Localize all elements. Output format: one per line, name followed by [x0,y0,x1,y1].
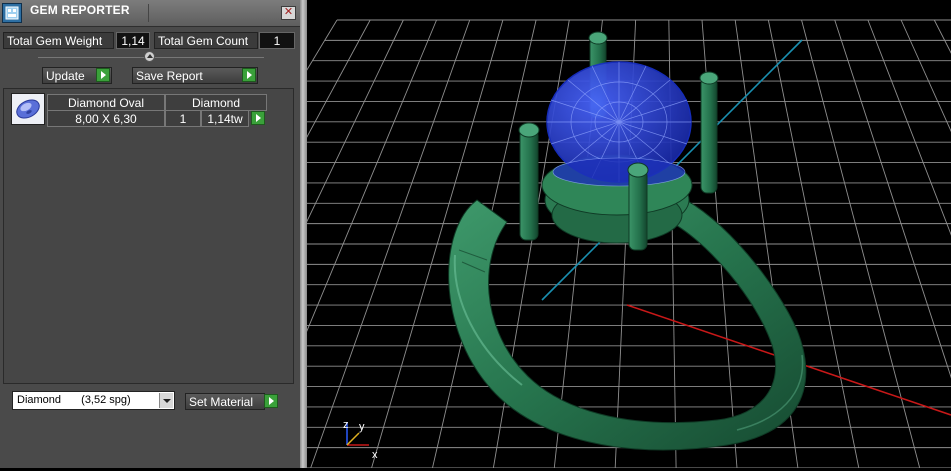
save-report-button-label: Save Report [136,69,203,83]
gem-thumbnail[interactable] [11,93,45,125]
update-button[interactable]: Update [42,67,112,84]
total-gem-count-value: 1 [259,32,295,49]
gem-shape-cell: Diamond Oval [47,94,165,111]
3d-viewport[interactable]: z y x [66,0,951,469]
material-select-density: (3,52 spg) [81,394,131,406]
gem-weight-cell: 1,14tw [201,110,249,127]
material-select-name: Diamond [17,394,62,406]
collapse-icon[interactable] [144,51,155,62]
window-title: GEM REPORTER [30,3,130,17]
front-prong [627,162,649,251]
save-report-button[interactable]: Save Report [132,67,258,84]
app-icon [2,3,22,23]
title-divider [148,4,149,22]
set-material-button[interactable]: Set Material [185,393,278,410]
total-gem-weight-value: 1,14 [116,32,150,49]
total-gem-count-label: Total Gem Count [154,32,258,49]
gizmo-y-label: y [359,421,365,433]
oval-gem [546,61,692,187]
close-icon[interactable]: ✕ [281,6,296,20]
play-icon [242,68,256,82]
gem-report-list [3,88,294,384]
play-icon [264,394,278,408]
gem-size-cell: 8,00 X 6,30 [47,110,165,127]
update-button-label: Update [46,69,85,83]
viewport-scene: z y x [66,19,951,469]
material-select[interactable]: Diamond (3,52 spg) [12,391,175,410]
total-gem-weight-label: Total Gem Weight [3,32,114,49]
gizmo-x-label: x [372,449,378,461]
dropdown-arrow-icon[interactable] [159,393,173,408]
gizmo-z-label: z [343,419,349,431]
axis-gizmo: z y x [343,419,378,461]
panel-splitter[interactable] [300,0,307,468]
play-icon [96,68,110,82]
set-material-button-label: Set Material [189,395,254,409]
title-bar[interactable]: GEM REPORTER ✕ [0,0,300,27]
gem-reporter-panel: GEM REPORTER ✕ Total Gem Weight 1,14 Tot… [0,0,300,468]
gem-material-cell: Diamond [165,94,267,111]
row-play-icon[interactable] [251,111,265,125]
gem-count-cell: 1 [165,110,201,127]
